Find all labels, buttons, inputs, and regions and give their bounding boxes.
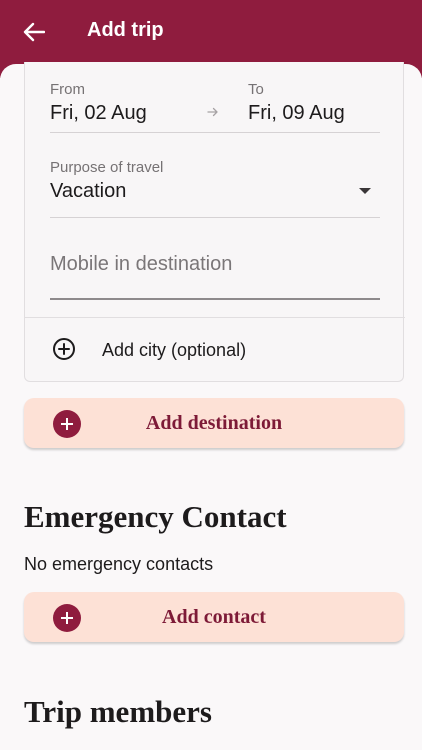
- arrow-right-icon: [207, 107, 218, 117]
- purpose-divider: [50, 217, 380, 218]
- from-date-field[interactable]: Fri, 02 Aug: [50, 102, 147, 125]
- add-city-button[interactable]: Add city (optional): [25, 318, 405, 382]
- add-city-label: Add city (optional): [102, 340, 247, 360]
- add-destination-label: Add destination: [145, 412, 283, 434]
- no-contacts-text: No emergency contacts: [24, 554, 214, 574]
- emergency-contact-heading: Emergency Contact: [24, 499, 287, 534]
- page-title: Add trip: [87, 19, 164, 41]
- mobile-in-destination-input[interactable]: Mobile in destination: [50, 240, 380, 300]
- mobile-underline: [50, 298, 380, 300]
- purpose-label: Purpose of travel: [50, 159, 164, 176]
- to-label: To: [248, 81, 264, 98]
- arrow-left-icon: [23, 22, 45, 42]
- add-destination-button[interactable]: Add destination: [24, 398, 404, 448]
- date-divider: [50, 132, 380, 133]
- to-date-field[interactable]: Fri, 09 Aug: [248, 102, 345, 125]
- purpose-select[interactable]: Vacation: [50, 180, 126, 203]
- app-bar: Add trip: [0, 0, 422, 64]
- mobile-placeholder: Mobile in destination: [50, 253, 233, 275]
- add-circle-outline-icon: [53, 338, 75, 360]
- trip-details-card: From Fri, 02 Aug To Fri, 09 Aug Purpose …: [24, 62, 405, 382]
- dropdown-arrow-icon[interactable]: [359, 188, 371, 194]
- add-contact-button[interactable]: Add contact: [24, 592, 404, 642]
- from-label: From: [50, 81, 85, 98]
- back-button[interactable]: [14, 14, 54, 50]
- trip-members-heading: Trip members: [24, 694, 212, 729]
- add-contact-label: Add contact: [162, 606, 266, 628]
